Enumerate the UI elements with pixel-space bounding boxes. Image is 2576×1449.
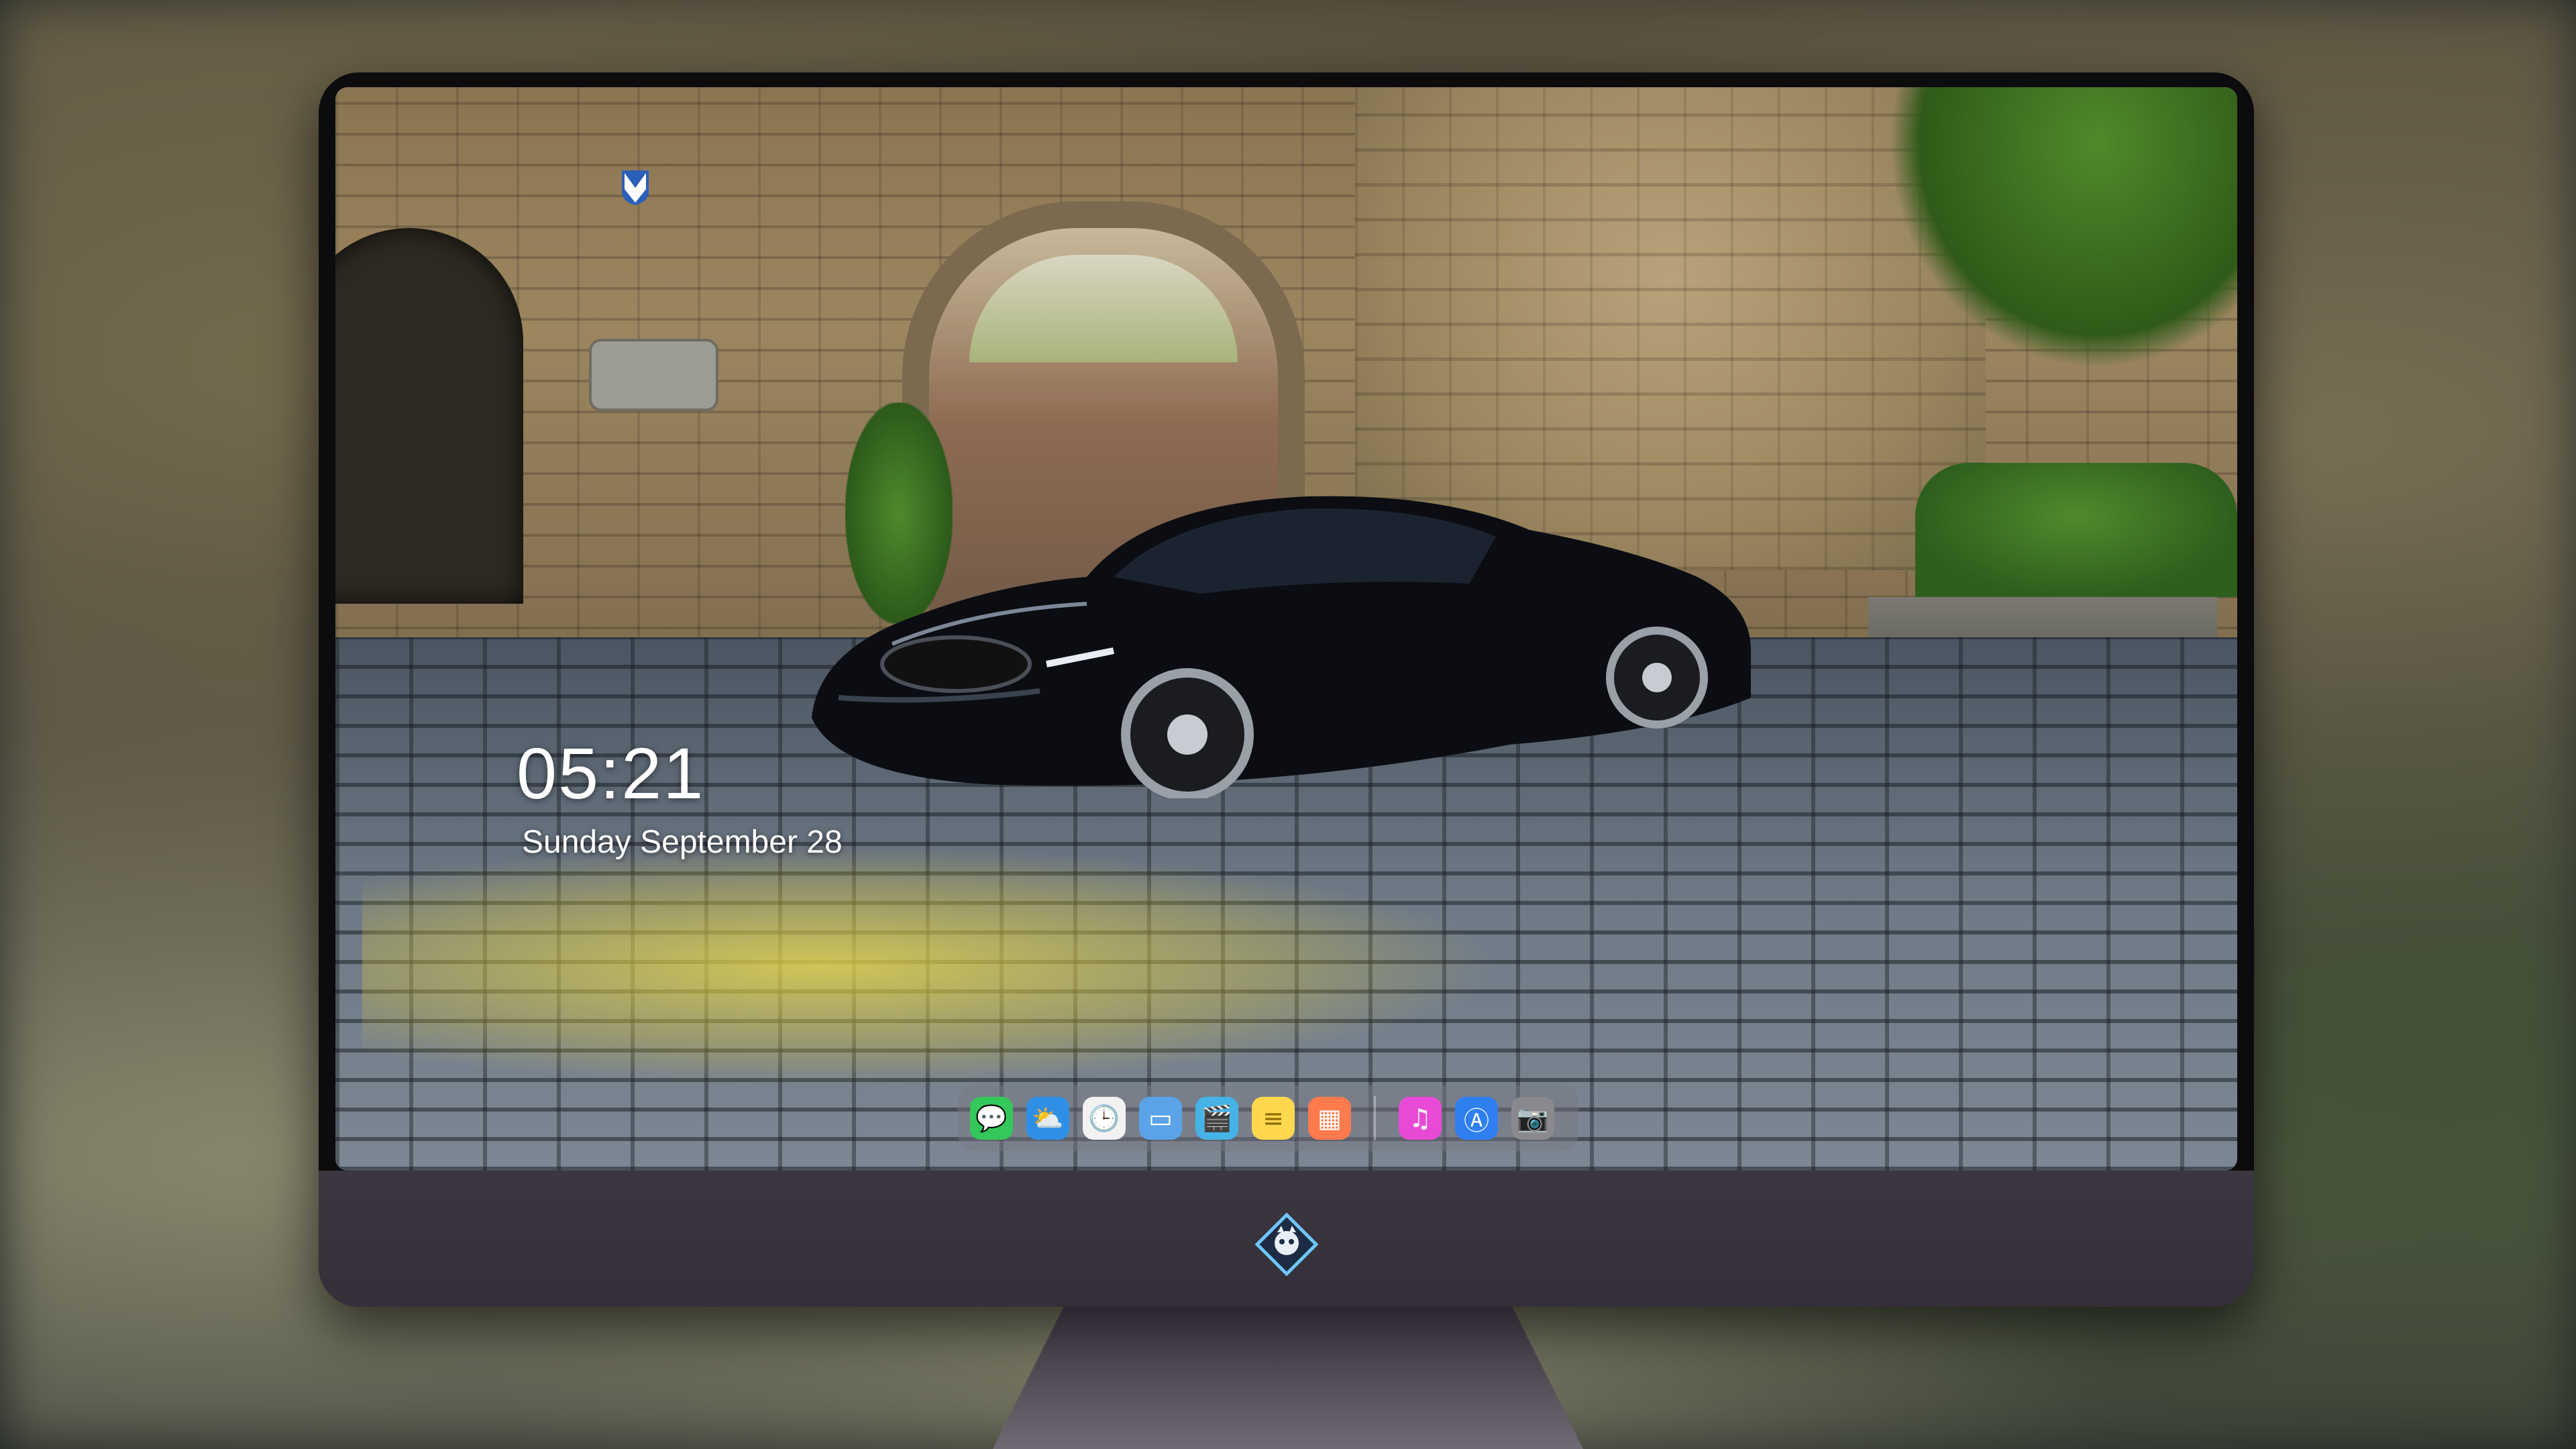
black-sports-car — [812, 496, 1751, 798]
brand-logo — [1254, 1212, 1319, 1277]
tree-foliage — [1888, 87, 2237, 369]
music-icon[interactable]: ♫ — [1399, 1097, 1442, 1140]
clock-icon[interactable]: 🕒 — [1083, 1097, 1126, 1140]
monitor: 05:21 Sunday September 28 💬 ⛅ 🕒 ▭ 🎬 ≡ ▦ … — [319, 72, 2254, 1307]
dock: 💬 ⛅ 🕒 ▭ 🎬 ≡ ▦ ♫ Ⓐ 📷 — [958, 1085, 1578, 1151]
app-store-icon[interactable]: Ⓐ — [1455, 1097, 1498, 1140]
lockscreen-date: Sunday September 28 — [522, 824, 843, 860]
screen: 05:21 Sunday September 28 💬 ⛅ 🕒 ▭ 🎬 ≡ ▦ … — [335, 87, 2237, 1171]
monitor-stand — [993, 1307, 1583, 1449]
clapper-icon[interactable]: 🎬 — [1195, 1097, 1238, 1140]
dock-separator — [1374, 1096, 1376, 1140]
preview-icon[interactable]: ▭ — [1139, 1097, 1182, 1140]
hedge — [1915, 463, 2237, 597]
left-archway — [335, 228, 523, 604]
desktop-wallpaper: 05:21 Sunday September 28 💬 ⛅ 🕒 ▭ 🎬 ≡ ▦ … — [335, 87, 2237, 1171]
camera-icon[interactable]: 📷 — [1511, 1097, 1554, 1140]
monitor-chin — [319, 1171, 2254, 1307]
wall-plaque — [589, 339, 718, 411]
messages-icon[interactable]: 💬 — [970, 1097, 1013, 1140]
sunlight-patch — [362, 845, 1503, 1087]
notes-icon[interactable]: ≡ — [1252, 1097, 1295, 1140]
desktop-shield-icon[interactable] — [621, 169, 650, 207]
weather-icon[interactable]: ⛅ — [1026, 1097, 1069, 1140]
photos-icon[interactable]: ▦ — [1308, 1097, 1351, 1140]
lockscreen-time: 05:21 — [517, 733, 705, 814]
